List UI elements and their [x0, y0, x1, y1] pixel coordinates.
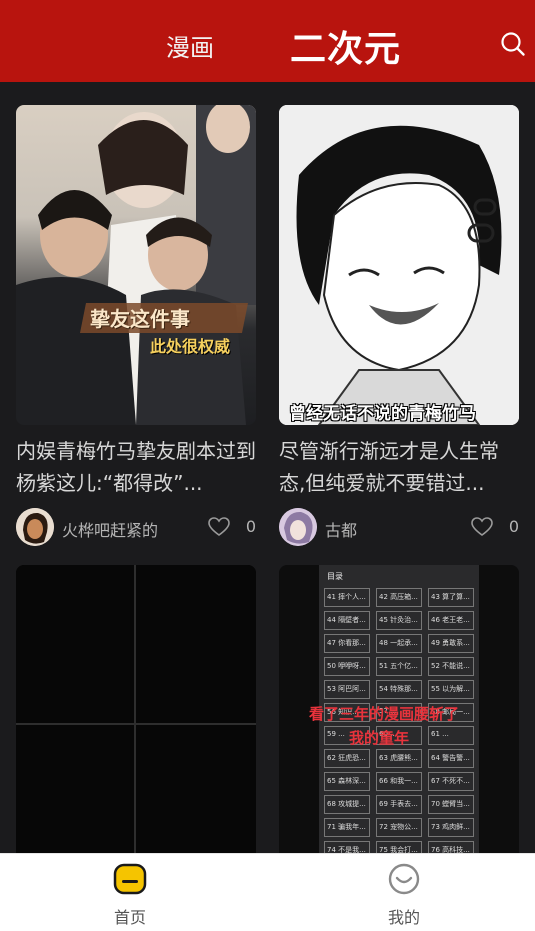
card-cover-image[interactable]: 挚友这件事 此处很权威 [16, 105, 256, 425]
toc-cell: 41 摔个人... [324, 588, 370, 607]
card-cover-image[interactable] [16, 565, 256, 853]
home-icon [113, 863, 147, 895]
toc-cell: 67 不死不... [428, 772, 474, 791]
cover-caption: 曾经无话不说的青梅竹马 [289, 404, 476, 424]
toc-cell: 76 高科技... [428, 841, 474, 853]
author-name[interactable]: 古都 [325, 517, 357, 541]
toc-cell: 70 螳臂当... [428, 795, 474, 814]
tab-home-label: 首页 [113, 908, 146, 927]
toc-cell: 51 五个亿... [376, 657, 422, 676]
toc-cell: 47 你看那... [324, 634, 370, 653]
toc-cell: 72 宠物公... [376, 818, 422, 837]
toc-cell: 62 狂虎恐... [324, 749, 370, 768]
cover-illustration [16, 105, 256, 425]
toc-cell: 43 算了算... [428, 588, 474, 607]
toc-cell: 50 咿咿呀... [324, 657, 370, 676]
bottom-tab-bar: 首页 我的 [0, 853, 535, 931]
toc-cell: 68 攻城提... [324, 795, 370, 814]
cover-caption: 看了三年的漫画腰斩了 [309, 705, 460, 723]
toc-header: 目录 [327, 572, 343, 581]
toc-cell: 63 虎腰熊... [376, 749, 422, 768]
toc-cell: 66 和我一... [376, 772, 422, 791]
toc-cell: 53 阿巴阿... [324, 680, 370, 699]
toc-cell: 44 隔壁者... [324, 611, 370, 630]
feed-card[interactable]: 挚友这件事 此处很权威 内娱青梅竹马挚友剧本过到杨紫这儿:“都得改”... 火桦… [16, 105, 256, 547]
cover-subcaption: 此处很权威 [150, 337, 231, 356]
heart-icon[interactable] [208, 517, 230, 537]
tab-mine-label: 我的 [387, 908, 420, 927]
toc-cell: 64 警告警... [428, 749, 474, 768]
card-cover-image[interactable]: 曾经无话不说的青梅竹马 [279, 105, 519, 425]
tab-home[interactable]: 首页 [70, 862, 190, 928]
author-name[interactable]: 火桦吧赶紧的 [62, 517, 158, 541]
feed-card[interactable]: 目录 41 摔个人... 42 高压箱... 43 算了算... 44 隔壁者... 4… [279, 565, 519, 853]
feed-card[interactable] [16, 565, 256, 853]
toc-cell: 71 骗我年... [324, 818, 370, 837]
toc-cell: 74 不是我... [324, 841, 370, 853]
toc-cell: 48 一起承... [376, 634, 422, 653]
toc-cell: 75 我会打... [376, 841, 422, 853]
avatar[interactable] [16, 508, 54, 546]
like-count: 0 [508, 517, 519, 536]
search-icon[interactable] [500, 31, 526, 57]
tab-erciyuan[interactable]: 二次元 [290, 20, 401, 72]
toc-cell: 55 以为解... [428, 680, 474, 699]
toc-cell: 42 高压箱... [376, 588, 422, 607]
toc-cell: 49 勇敢系... [428, 634, 474, 653]
content-feed: 挚友这件事 此处很权威 内娱青梅竹马挚友剧本过到杨紫这儿:“都得改”... 火桦… [0, 82, 535, 853]
card-cover-image[interactable]: 目录 41 摔个人... 42 高压箱... 43 算了算... 44 隔壁者... 4… [279, 565, 519, 853]
heart-icon[interactable] [471, 517, 493, 537]
avatar[interactable] [279, 508, 317, 546]
card-meta: 火桦吧赶紧的 0 [16, 507, 256, 547]
tab-manhua[interactable]: 漫画 [166, 28, 214, 63]
toc-cell: 61 ... [428, 726, 474, 745]
cover-illustration [279, 105, 519, 425]
profile-face-icon [388, 863, 420, 895]
feed-card[interactable]: 曾经无话不说的青梅竹马 尽管渐行渐远才是人生常态,但纯爱就不要错过... 古都 … [279, 105, 519, 547]
toc-cell: 45 针灸治... [376, 611, 422, 630]
toc-cell: 69 手表去... [376, 795, 422, 814]
cover-caption: 挚友这件事 [90, 307, 190, 331]
card-title[interactable]: 尽管渐行渐远才是人生常态,但纯爱就不要错过... [279, 435, 519, 499]
toc-cell: 54 特殊那... [376, 680, 422, 699]
like-count: 0 [245, 517, 256, 536]
toc-cell: 52 不能说... [428, 657, 474, 676]
toc-cell: 46 老王老... [428, 611, 474, 630]
card-meta: 古都 0 [279, 507, 519, 547]
toc-cell: 65 森林深... [324, 772, 370, 791]
toc-cell: 73 鸡肉鲜... [428, 818, 474, 837]
cover-subcaption: 我的童年 [349, 729, 410, 747]
tab-mine[interactable]: 我的 [344, 862, 464, 928]
cover-illustration [16, 565, 256, 853]
card-title[interactable]: 内娱青梅竹马挚友剧本过到杨紫这儿:“都得改”... [16, 435, 256, 499]
top-header: 漫画 二次元 [0, 0, 535, 82]
